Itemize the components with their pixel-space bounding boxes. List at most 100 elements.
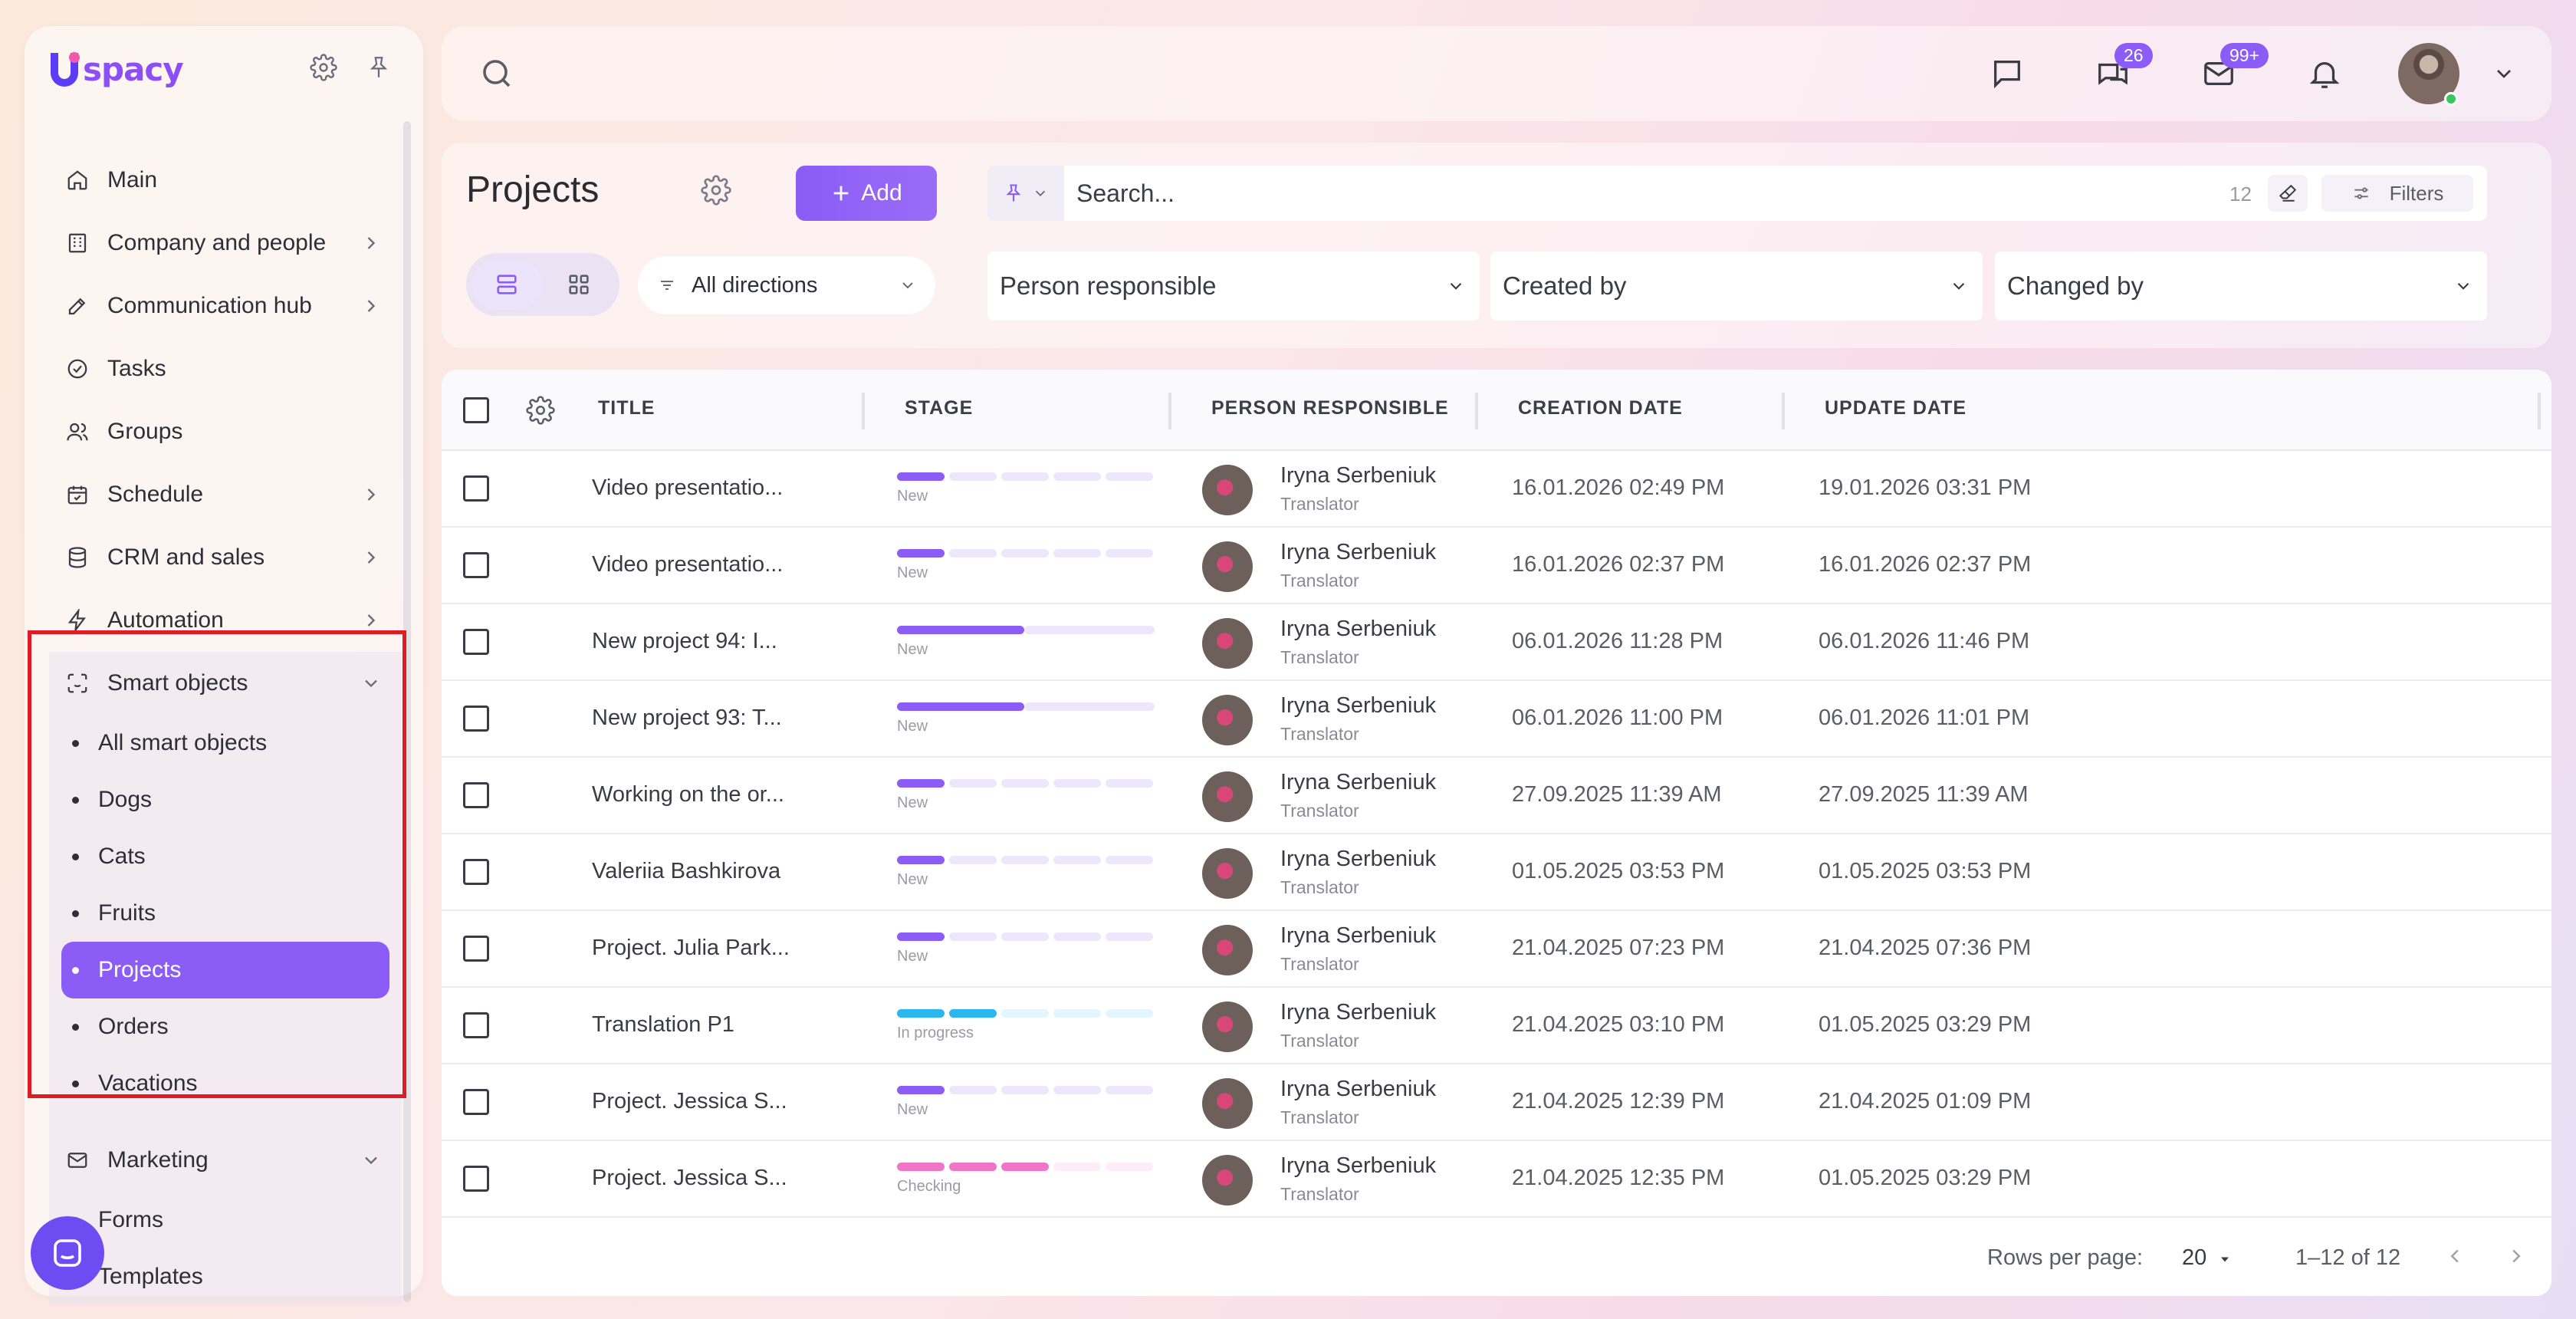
table-row[interactable]: Project. Jessica S... New Iryna Serbeniuk T… — [442, 1064, 2551, 1141]
column-header-stage[interactable]: STAGE — [905, 397, 973, 419]
grid-view-button[interactable] — [544, 259, 613, 310]
person-name[interactable]: Iryna Serbeniuk — [1280, 770, 1436, 795]
row-title[interactable]: Translation P1 — [592, 1012, 734, 1038]
person-name[interactable]: Iryna Serbeniuk — [1280, 1000, 1436, 1025]
row-checkbox[interactable] — [463, 1089, 489, 1115]
search-bar[interactable]: Search... 12 Filters — [987, 166, 2487, 221]
sidebar-item-tasks[interactable]: Tasks — [49, 337, 402, 400]
table-row[interactable]: Valeriia Bashkirova New Iryna Serbeniuk Tra… — [442, 834, 2551, 911]
person-avatar[interactable] — [1202, 925, 1253, 975]
pin-icon[interactable] — [360, 49, 397, 86]
sidebar-item-crm[interactable]: CRM and sales — [49, 526, 402, 589]
column-header-update-date[interactable]: UPDATE DATE — [1825, 397, 1967, 419]
next-page-chevron-right-icon[interactable] — [2501, 1241, 2532, 1271]
table-row[interactable]: Project. Julia Park... New Iryna Serbeniuk… — [442, 911, 2551, 988]
list-view-button[interactable] — [472, 259, 541, 310]
column-resize-handle[interactable] — [1475, 393, 1478, 429]
column-header-title[interactable]: TITLE — [598, 397, 655, 419]
row-checkbox[interactable] — [463, 1012, 489, 1038]
chats-button[interactable]: 26 — [2091, 43, 2153, 95]
sidebar-item-main[interactable]: Main — [49, 149, 402, 212]
message-icon[interactable] — [1986, 52, 2029, 95]
settings-gear-icon[interactable] — [305, 49, 342, 86]
support-chat-button[interactable] — [31, 1216, 104, 1290]
prev-page-chevron-left-icon[interactable] — [2440, 1241, 2470, 1271]
sidebar-item-communication[interactable]: Communication hub — [49, 275, 402, 337]
row-title[interactable]: Working on the or... — [592, 782, 784, 808]
chevron-down-icon[interactable] — [2482, 52, 2525, 95]
person-responsible-select[interactable]: Person responsible — [987, 252, 1480, 321]
person-name[interactable]: Iryna Serbeniuk — [1280, 693, 1436, 719]
mail-button[interactable]: 99+ — [2197, 43, 2269, 95]
sidebar-item-label: CRM and sales — [107, 544, 265, 570]
row-checkbox[interactable] — [463, 936, 489, 962]
person-name[interactable]: Iryna Serbeniuk — [1280, 847, 1436, 872]
row-checkbox[interactable] — [463, 782, 489, 808]
row-title[interactable]: Project. Julia Park... — [592, 936, 790, 961]
person-avatar[interactable] — [1202, 695, 1253, 745]
row-title[interactable]: Video presentatio... — [592, 475, 783, 501]
column-header-person[interactable]: PERSON RESPONSIBLE — [1211, 397, 1449, 419]
table-row[interactable]: Project. Jessica S... Checking Iryna Serbe… — [442, 1141, 2551, 1218]
app-logo[interactable]: spacy — [48, 46, 184, 92]
add-button[interactable]: Add — [796, 166, 937, 221]
search-icon[interactable] — [478, 55, 515, 96]
person-avatar[interactable] — [1202, 771, 1253, 822]
row-title[interactable]: Video presentatio... — [592, 552, 783, 577]
sidebar-item-groups[interactable]: Groups — [49, 400, 402, 463]
page-settings-gear-icon[interactable] — [701, 175, 731, 209]
person-name[interactable]: Iryna Serbeniuk — [1280, 617, 1436, 642]
rows-per-page-select[interactable]: 20 — [2182, 1245, 2206, 1271]
row-title[interactable]: Project. Jessica S... — [592, 1166, 787, 1191]
column-resize-handle[interactable] — [1168, 393, 1171, 429]
stage-progress-bar — [897, 702, 1158, 715]
creation-date: 21.04.2025 12:39 PM — [1512, 1089, 1725, 1113]
bell-icon[interactable] — [2303, 52, 2346, 95]
row-checkbox[interactable] — [463, 706, 489, 732]
row-title[interactable]: Valeriia Bashkirova — [592, 859, 780, 884]
row-checkbox[interactable] — [463, 1166, 489, 1192]
column-resize-handle[interactable] — [1782, 393, 1785, 429]
column-resize-handle[interactable] — [2538, 393, 2541, 429]
search-input[interactable]: Search... — [1076, 179, 1175, 208]
sidebar-item-schedule[interactable]: Schedule — [49, 463, 402, 526]
table-row[interactable]: Video presentatio... New Iryna Serbeniuk Tr… — [442, 528, 2551, 604]
pinned-filters-dropdown[interactable] — [987, 166, 1064, 221]
row-title[interactable]: Project. Jessica S... — [592, 1089, 787, 1114]
row-checkbox[interactable] — [463, 859, 489, 885]
person-avatar[interactable] — [1202, 1002, 1253, 1052]
column-settings-gear-icon[interactable] — [526, 396, 555, 429]
sidebar-item-company[interactable]: Company and people — [49, 212, 402, 275]
person-name[interactable]: Iryna Serbeniuk — [1280, 923, 1436, 949]
table-row[interactable]: New project 94: I... New Iryna Serbeniuk Tr… — [442, 604, 2551, 681]
person-avatar[interactable] — [1202, 618, 1253, 669]
person-name[interactable]: Iryna Serbeniuk — [1280, 540, 1436, 565]
person-avatar[interactable] — [1202, 541, 1253, 592]
stage-segment-filled — [897, 1163, 945, 1171]
sidebar-item-marketing[interactable]: Marketing — [49, 1129, 402, 1192]
person-avatar[interactable] — [1202, 1155, 1253, 1206]
person-avatar[interactable] — [1202, 848, 1253, 899]
person-name[interactable]: Iryna Serbeniuk — [1280, 1153, 1436, 1179]
changed-by-select[interactable]: Changed by — [1995, 252, 2487, 321]
person-name[interactable]: Iryna Serbeniuk — [1280, 1077, 1436, 1102]
person-avatar[interactable] — [1202, 1078, 1253, 1129]
column-resize-handle[interactable] — [862, 393, 865, 429]
filters-button[interactable]: Filters — [2321, 175, 2473, 212]
table-row[interactable]: Video presentatio... New Iryna Serbeniuk Tr… — [442, 451, 2551, 528]
row-title[interactable]: New project 94: I... — [592, 629, 777, 654]
person-avatar[interactable] — [1202, 465, 1253, 515]
table-row[interactable]: New project 93: T... New Iryna Serbeniuk Tr… — [442, 681, 2551, 758]
clear-search-eraser-icon[interactable] — [2268, 175, 2308, 212]
directions-select[interactable]: All directions — [638, 256, 935, 314]
select-all-checkbox[interactable] — [463, 397, 489, 423]
created-by-select[interactable]: Created by — [1490, 252, 1983, 321]
row-checkbox[interactable] — [463, 629, 489, 655]
row-checkbox[interactable] — [463, 475, 489, 502]
row-title[interactable]: New project 93: T... — [592, 706, 782, 731]
person-name[interactable]: Iryna Serbeniuk — [1280, 463, 1436, 488]
column-header-creation-date[interactable]: CREATION DATE — [1518, 397, 1683, 419]
row-checkbox[interactable] — [463, 552, 489, 578]
table-row[interactable]: Translation P1 In progress Iryna Serbeniuk… — [442, 988, 2551, 1064]
table-row[interactable]: Working on the or... New Iryna Serbeniuk Tr… — [442, 758, 2551, 834]
